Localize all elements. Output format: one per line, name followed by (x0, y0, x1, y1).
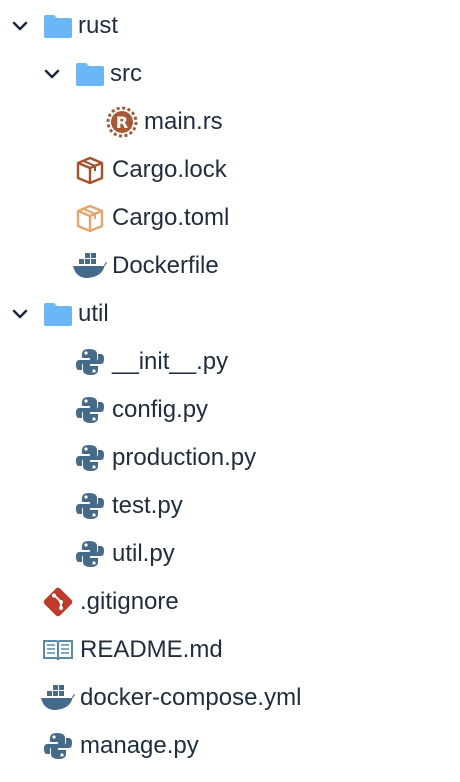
tree-item-util-py[interactable]: util.py (0, 530, 460, 578)
file-tree: rust src R main.rs Cargo.lock Cargo.toml… (0, 0, 460, 782)
tree-item-init-py[interactable]: __init__.py (0, 338, 460, 386)
tree-item-readme[interactable]: README.md (0, 626, 460, 674)
folder-icon (44, 15, 72, 38)
docker-icon (41, 685, 75, 710)
tree-item-label: Cargo.lock (112, 156, 227, 183)
folder-icon (76, 63, 104, 86)
python-icon (76, 493, 104, 519)
tree-item-label: Cargo.toml (112, 204, 230, 231)
python-icon (76, 349, 104, 375)
tree-item-dockerfile[interactable]: Dockerfile (0, 242, 460, 290)
python-icon (76, 397, 104, 423)
package-icon (76, 204, 104, 233)
tree-item-label: test.py (112, 492, 183, 519)
tree-item-label: __init__.py (112, 348, 229, 375)
svg-text:R: R (116, 113, 128, 132)
tree-item-label: README.md (80, 636, 223, 663)
python-icon (76, 445, 104, 471)
tree-item-production-py[interactable]: production.py (0, 434, 460, 482)
tree-item-test-py[interactable]: test.py (0, 482, 460, 530)
tree-item-rust-folder[interactable]: rust (0, 2, 460, 50)
docker-icon (73, 253, 107, 278)
book-icon (43, 640, 73, 661)
tree-item-label: docker-compose.yml (80, 684, 302, 711)
tree-item-label: src (110, 60, 142, 87)
tree-item-manage-py[interactable]: manage.py (0, 722, 460, 770)
rust-icon: R (106, 106, 138, 138)
tree-item-label: production.py (112, 444, 257, 471)
tree-item-docker-compose[interactable]: docker-compose.yml (0, 674, 460, 722)
tree-item-label: config.py (112, 396, 209, 423)
tree-item-label: util (78, 300, 109, 327)
tree-item-label: util.py (112, 540, 175, 567)
tree-item-gitignore[interactable]: .gitignore (0, 578, 460, 626)
tree-item-label: main.rs (144, 108, 223, 135)
tree-item-src-folder[interactable]: src (0, 50, 460, 98)
tree-item-main-rs[interactable]: R main.rs (0, 98, 460, 146)
git-icon (43, 587, 73, 617)
folder-icon (44, 303, 72, 326)
tree-item-label: Dockerfile (112, 252, 219, 279)
chevron-down-icon[interactable] (10, 304, 30, 324)
chevron-down-icon[interactable] (10, 16, 30, 36)
python-icon (44, 733, 72, 759)
tree-item-label: .gitignore (80, 588, 179, 615)
tree-item-util-folder[interactable]: util (0, 290, 460, 338)
tree-item-label: manage.py (80, 732, 199, 759)
tree-item-label: rust (78, 12, 119, 39)
tree-item-config-py[interactable]: config.py (0, 386, 460, 434)
chevron-down-icon[interactable] (42, 64, 62, 84)
tree-item-cargo-toml[interactable]: Cargo.toml (0, 194, 460, 242)
package-icon (76, 156, 104, 185)
tree-item-cargo-lock[interactable]: Cargo.lock (0, 146, 460, 194)
python-icon (76, 541, 104, 567)
